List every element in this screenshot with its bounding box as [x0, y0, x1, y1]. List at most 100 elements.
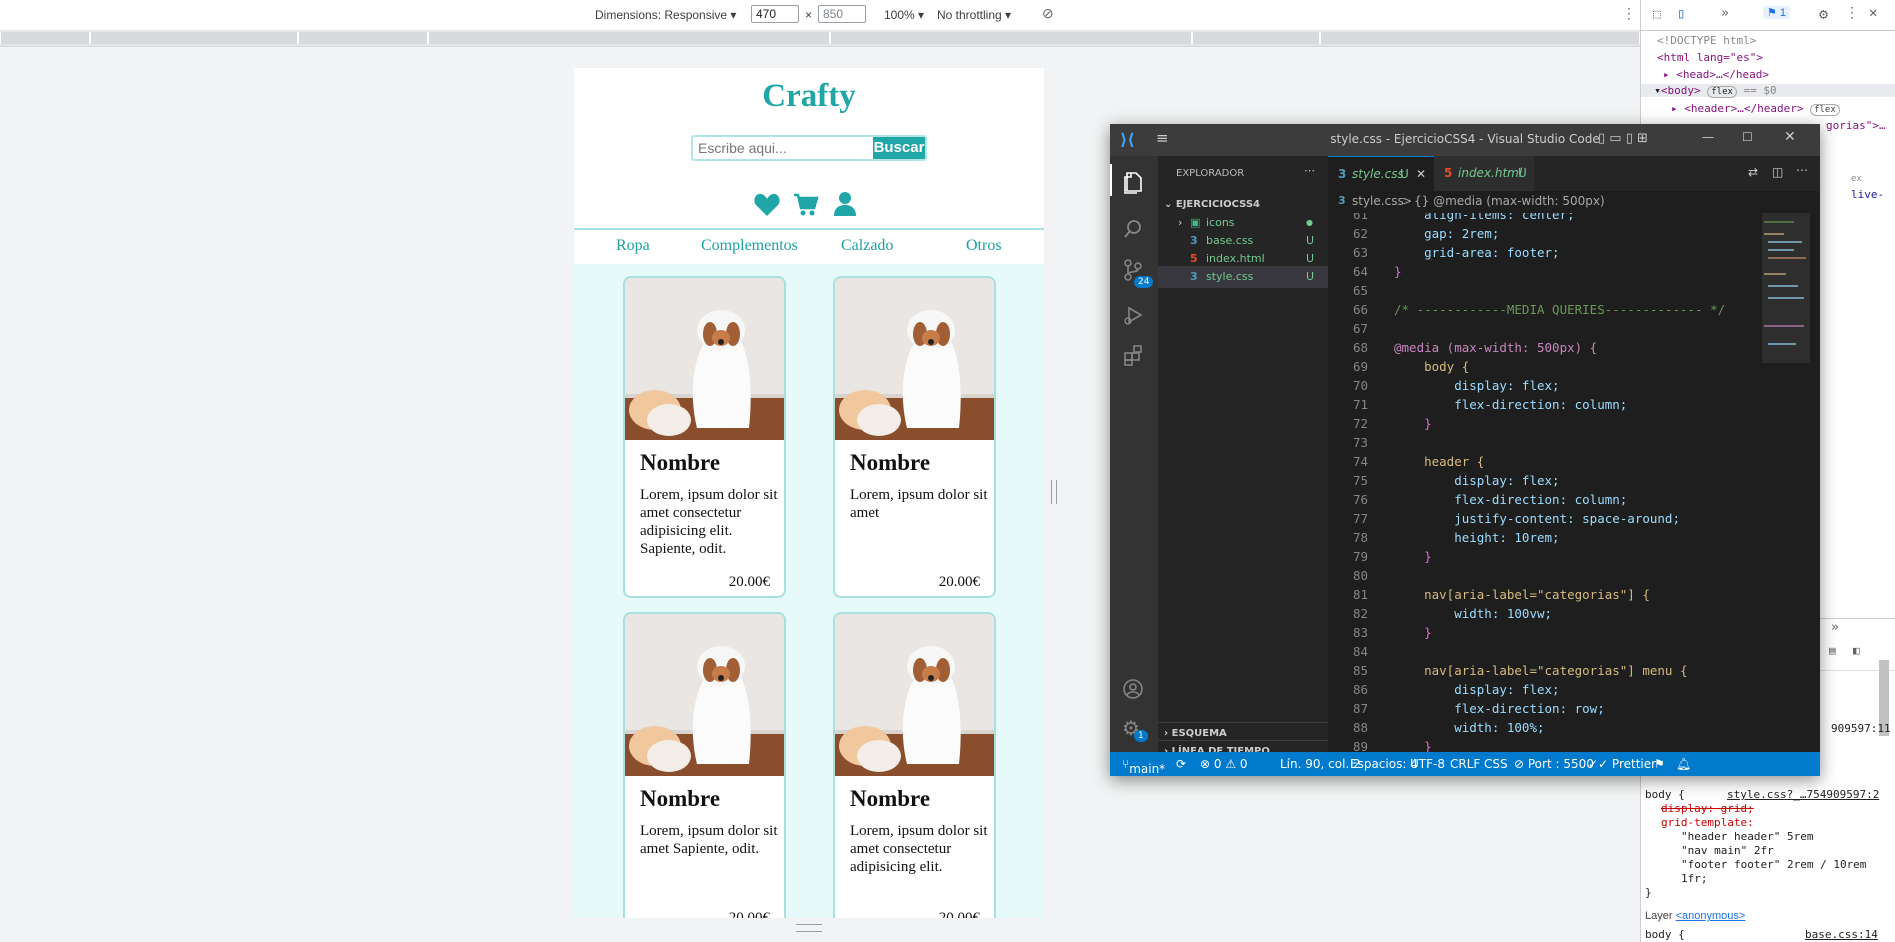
- compare-icon[interactable]: ⇄: [1748, 165, 1758, 179]
- code-line[interactable]: 86 display: flex;: [1328, 680, 1748, 699]
- account-icon[interactable]: [1122, 678, 1144, 700]
- tab-close-icon[interactable]: ✕: [1416, 157, 1426, 192]
- issues-badge[interactable]: ⚑ 1: [1763, 6, 1791, 19]
- tab-style-css[interactable]: 3 style.css U ✕: [1328, 156, 1434, 192]
- explorer-more-icon[interactable]: ⋯: [1304, 164, 1315, 177]
- breadcrumb-file[interactable]: style.css: [1352, 194, 1404, 208]
- close-icon[interactable]: ✕: [1784, 129, 1796, 145]
- feedback-icon[interactable]: ⚑: [1654, 757, 1665, 771]
- branch-status[interactable]: ⑂ main*: [1122, 757, 1165, 776]
- dom-header[interactable]: ▸ <header>…</header> flex: [1671, 102, 1840, 116]
- code-line[interactable]: 61 align-items: center;: [1328, 213, 1748, 224]
- code-line[interactable]: 70 display: flex;: [1328, 376, 1748, 395]
- problems-status[interactable]: ⊗ 0 ⚠ 0: [1200, 757, 1248, 771]
- nav-link-calzado[interactable]: Calzado: [841, 237, 893, 255]
- user-icon[interactable]: [833, 191, 857, 217]
- zoom-select[interactable]: 100% ▾: [884, 8, 924, 22]
- device-toggle-icon[interactable]: ▯: [1677, 6, 1685, 22]
- dimensions-select[interactable]: Dimensions: Responsive ▾: [595, 8, 736, 22]
- next-rule-source[interactable]: base.css:14: [1805, 928, 1878, 941]
- code-line[interactable]: 76 flex-direction: column;: [1328, 490, 1748, 509]
- code-line[interactable]: 88 width: 100%;: [1328, 718, 1748, 737]
- search-input[interactable]: Escribe aqui...: [698, 140, 787, 156]
- cart-icon[interactable]: [793, 193, 819, 217]
- prettier-status[interactable]: ✓✓ Prettier: [1588, 757, 1656, 771]
- dom-nav-fragment[interactable]: gorias">…: [1826, 119, 1886, 132]
- minimap[interactable]: [1758, 213, 1816, 760]
- viewport-resize-handle[interactable]: [1044, 68, 1062, 918]
- nav-link-ropa[interactable]: Ropa: [616, 237, 650, 255]
- code-line[interactable]: 84: [1328, 642, 1748, 661]
- style-prop-display[interactable]: display: grid;: [1661, 802, 1754, 815]
- code-line[interactable]: 87 flex-direction: row;: [1328, 699, 1748, 718]
- live-server-status[interactable]: ⊘ Port : 5500: [1514, 757, 1594, 771]
- code-line[interactable]: 68 @media (max-width: 500px) {: [1328, 338, 1748, 357]
- indentation-status[interactable]: Espacios: 4: [1350, 757, 1418, 771]
- computed-toggle-icon[interactable]: ▤: [1829, 644, 1836, 657]
- nav-link-otros[interactable]: Otros: [966, 237, 1002, 255]
- search-button[interactable]: Buscar: [873, 137, 925, 159]
- split-editor-icon[interactable]: ◫: [1772, 165, 1783, 179]
- code-line[interactable]: 71 flex-direction: column;: [1328, 395, 1748, 414]
- more-icon[interactable]: ⋮: [1845, 5, 1859, 21]
- editor-more-icon[interactable]: ⋯: [1796, 163, 1808, 177]
- nav-link-complementos[interactable]: Complementos: [701, 237, 798, 255]
- file-item-style-css[interactable]: 3 style.css U: [1158, 266, 1328, 288]
- language-status[interactable]: CSS: [1484, 757, 1508, 771]
- height-input[interactable]: 850: [818, 5, 866, 23]
- layer-link[interactable]: <anonymous>: [1676, 910, 1746, 922]
- extensions-icon[interactable]: [1122, 344, 1144, 366]
- bottom-resize-grip-icon[interactable]: [796, 924, 822, 932]
- code-line[interactable]: 80: [1328, 566, 1748, 585]
- code-line[interactable]: 77 justify-content: space-around;: [1328, 509, 1748, 528]
- settings-icon[interactable]: ⚙: [1819, 5, 1828, 23]
- resize-grip-icon[interactable]: [1051, 480, 1057, 504]
- heart-icon[interactable]: [754, 193, 780, 217]
- eol-status[interactable]: CRLF: [1450, 757, 1480, 771]
- style-rule-source[interactable]: style.css?_…754909597:2: [1727, 788, 1879, 801]
- more-options-icon[interactable]: ⋮: [1622, 5, 1636, 22]
- minimap-slider[interactable]: [1762, 213, 1810, 363]
- product-card[interactable]: Nombre Lorem, ipsum dolor sit amet 20.00…: [833, 276, 996, 598]
- tab-index-html[interactable]: 5 index.html U: [1434, 156, 1534, 191]
- code-line[interactable]: 85 nav[aria-label="categorias"] menu {: [1328, 661, 1748, 680]
- cursor-position[interactable]: Lín. 90, col. 2: [1280, 757, 1361, 771]
- dom-doctype[interactable]: <!DOCTYPE html>: [1657, 34, 1756, 47]
- styles-source-link[interactable]: 909597:11: [1831, 722, 1891, 735]
- search-icon[interactable]: [1122, 218, 1144, 240]
- more-tabs-icon[interactable]: »: [1721, 6, 1729, 21]
- code-line[interactable]: 82 width: 100vw;: [1328, 604, 1748, 623]
- maximize-icon[interactable]: ☐: [1742, 130, 1753, 144]
- code-line[interactable]: 81 nav[aria-label="categorias"] {: [1328, 585, 1748, 604]
- site-logo[interactable]: Crafty: [574, 78, 1044, 115]
- code-line[interactable]: 73: [1328, 433, 1748, 452]
- code-line[interactable]: 65: [1328, 281, 1748, 300]
- width-input[interactable]: 470: [751, 5, 799, 23]
- media-query-ruler[interactable]: [0, 30, 1640, 47]
- code-line[interactable]: 75 display: flex;: [1328, 471, 1748, 490]
- rotate-icon[interactable]: ⊘: [1042, 5, 1054, 22]
- sync-icon[interactable]: ⟳: [1176, 757, 1186, 771]
- dom-body-selected[interactable]: ▾<body> flex == $0: [1641, 84, 1895, 98]
- code-line[interactable]: 63 grid-area: footer;: [1328, 243, 1748, 262]
- encoding-status[interactable]: UTF-8: [1410, 757, 1445, 771]
- sidebar-toggle-icon[interactable]: ◧: [1853, 644, 1860, 657]
- code-line[interactable]: 79 }: [1328, 547, 1748, 566]
- product-card[interactable]: Nombre Lorem, ipsum dolor sit amet conse…: [833, 612, 996, 918]
- run-debug-icon[interactable]: [1122, 304, 1144, 326]
- next-rule-selector[interactable]: body {: [1645, 928, 1685, 941]
- styles-more-tabs-icon[interactable]: »: [1831, 620, 1839, 635]
- throttling-select[interactable]: No throttling ▾: [937, 8, 1011, 22]
- minimize-icon[interactable]: —: [1702, 130, 1714, 144]
- code-line[interactable]: 66 /* ------------MEDIA QUERIES----------…: [1328, 300, 1748, 319]
- notifications-icon[interactable]: 🔔︎: [1676, 757, 1691, 771]
- style-prop-grid-template[interactable]: grid-template:: [1661, 816, 1754, 829]
- code-line[interactable]: 64}: [1328, 262, 1748, 281]
- close-devtools-icon[interactable]: ✕: [1869, 5, 1877, 21]
- style-rule-selector[interactable]: body {: [1645, 788, 1685, 801]
- product-card[interactable]: Nombre Lorem, ipsum dolor sit amet Sapie…: [623, 612, 786, 918]
- code-line[interactable]: 69 body {: [1328, 357, 1748, 376]
- dom-html[interactable]: <html lang="es">: [1657, 51, 1763, 64]
- explorer-icon[interactable]: [1122, 170, 1144, 194]
- code-editor[interactable]: 61 align-items: center; 62 gap: 2rem; 63 g…: [1328, 213, 1748, 760]
